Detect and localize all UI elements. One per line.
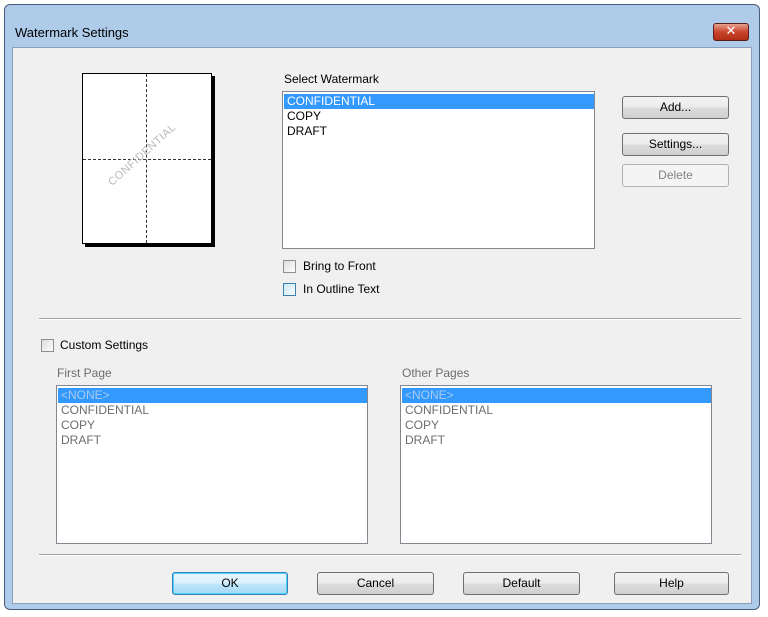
list-item[interactable]: CONFIDENTIAL <box>402 403 711 418</box>
cancel-button[interactable]: Cancel <box>317 572 434 595</box>
first-page-label: First Page <box>57 366 112 380</box>
select-watermark-list[interactable]: CONFIDENTIAL COPY DRAFT <box>282 91 595 249</box>
list-item[interactable]: COPY <box>58 418 367 433</box>
close-icon: ✕ <box>725 24 737 39</box>
in-outline-text-checkbox[interactable] <box>283 283 296 296</box>
bring-to-front-label: Bring to Front <box>303 259 376 273</box>
add-button[interactable]: Add... <box>622 96 729 119</box>
watermark-preview: CONFIDENTIAL <box>82 73 212 244</box>
select-watermark-label: Select Watermark <box>284 72 379 86</box>
ok-button[interactable]: OK <box>172 572 288 595</box>
preview-horizontal-guide <box>83 159 211 160</box>
list-item[interactable]: COPY <box>284 109 594 124</box>
list-item[interactable]: CONFIDENTIAL <box>284 94 594 109</box>
default-button[interactable]: Default <box>463 572 580 595</box>
list-item[interactable]: DRAFT <box>58 433 367 448</box>
in-outline-text-label: In Outline Text <box>303 282 380 296</box>
delete-button[interactable]: Delete <box>622 164 729 187</box>
settings-button[interactable]: Settings... <box>622 133 729 156</box>
window-title: Watermark Settings <box>15 25 129 40</box>
list-item[interactable]: <NONE> <box>58 388 367 403</box>
other-pages-label: Other Pages <box>402 366 470 380</box>
bring-to-front-checkbox[interactable] <box>283 260 296 273</box>
watermark-settings-dialog: Watermark Settings ✕ CONFIDENTIAL Select… <box>4 4 760 610</box>
list-item[interactable]: DRAFT <box>402 433 711 448</box>
list-item[interactable]: COPY <box>402 418 711 433</box>
title-bar[interactable]: Watermark Settings ✕ <box>5 5 759 51</box>
custom-settings-checkbox[interactable] <box>41 339 54 352</box>
custom-settings-label: Custom Settings <box>60 338 149 352</box>
footer-divider <box>39 554 741 556</box>
help-button[interactable]: Help <box>614 572 729 595</box>
dialog-client-area: CONFIDENTIAL Select Watermark CONFIDENTI… <box>12 47 752 604</box>
list-item[interactable]: DRAFT <box>284 124 594 139</box>
close-button[interactable]: ✕ <box>713 23 749 41</box>
section-divider <box>39 318 741 320</box>
list-item[interactable]: <NONE> <box>402 388 711 403</box>
list-item[interactable]: CONFIDENTIAL <box>58 403 367 418</box>
preview-watermark-text: CONFIDENTIAL <box>106 121 179 189</box>
other-pages-list[interactable]: <NONE> CONFIDENTIAL COPY DRAFT <box>400 385 712 544</box>
first-page-list[interactable]: <NONE> CONFIDENTIAL COPY DRAFT <box>56 385 368 544</box>
